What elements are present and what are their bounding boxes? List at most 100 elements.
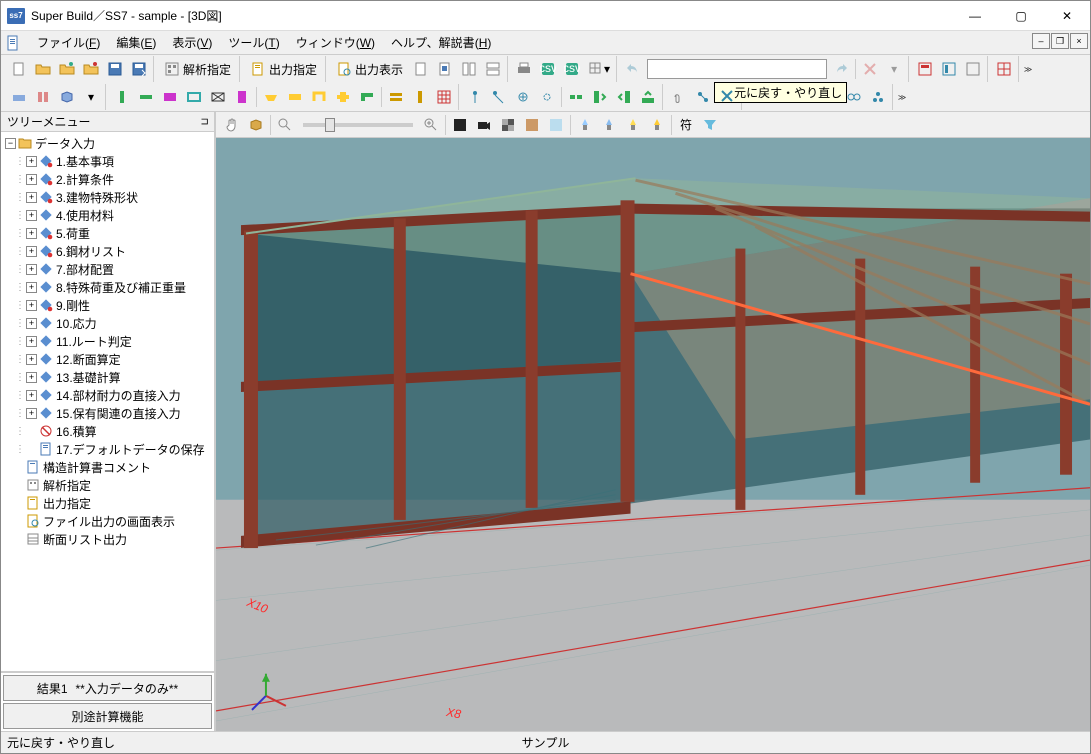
node4-icon[interactable] <box>536 86 558 108</box>
expand-icon[interactable]: + <box>26 246 37 257</box>
shape-beam1-icon[interactable] <box>385 86 407 108</box>
save-icon[interactable] <box>104 58 126 80</box>
shape-green-icon[interactable] <box>111 86 133 108</box>
expand-icon[interactable]: + <box>26 264 37 275</box>
open2-icon[interactable] <box>56 58 78 80</box>
mdi-restore[interactable]: ❐ <box>1051 33 1069 49</box>
csv-in-icon[interactable]: csv <box>537 58 559 80</box>
view-plan-icon[interactable] <box>8 86 30 108</box>
tree-item[interactable]: ⋮+12.断面算定 <box>1 350 214 368</box>
tree-extra-item[interactable]: ⋮出力指定 <box>1 494 214 512</box>
output-spec-button[interactable]: 出力指定 <box>245 58 322 80</box>
tree-item[interactable]: ⋮17.デフォルトデータの保存 <box>1 440 214 458</box>
checker-icon[interactable] <box>497 114 519 136</box>
analysis-spec-button[interactable]: 解析指定 <box>159 58 236 80</box>
toolbar1-overflow[interactable]: ≫ <box>1021 65 1035 74</box>
shape-yellow-icon[interactable] <box>260 86 282 108</box>
tree-item[interactable]: ⋮+11.ルート判定 <box>1 332 214 350</box>
zoom-slider[interactable] <box>303 123 413 127</box>
camera-icon[interactable] <box>473 114 495 136</box>
light3-icon[interactable] <box>622 114 644 136</box>
tree-item[interactable]: ⋮+3.建物特殊形状 <box>1 188 214 206</box>
shape-cyan-icon[interactable] <box>183 86 205 108</box>
doc4-icon[interactable] <box>482 58 504 80</box>
history-dropdown[interactable] <box>647 59 827 79</box>
link4-icon[interactable] <box>637 86 659 108</box>
toolbar2-overflow[interactable]: ≫ <box>895 93 909 102</box>
tree-item[interactable]: ⋮+8.特殊荷重及び補正重量 <box>1 278 214 296</box>
result-button[interactable]: 結果1 **入力データのみ** <box>3 675 212 701</box>
node1-icon[interactable] <box>464 86 486 108</box>
view-elev-icon[interactable] <box>32 86 54 108</box>
output-display-button[interactable]: 出力表示 <box>331 58 408 80</box>
small-dd2[interactable]: ▾ <box>80 86 102 108</box>
expand-icon[interactable]: + <box>26 408 37 419</box>
shape-yellow3-icon[interactable] <box>308 86 330 108</box>
expand-icon[interactable]: + <box>26 174 37 185</box>
shape-green2-icon[interactable] <box>135 86 157 108</box>
doc2-icon[interactable] <box>434 58 456 80</box>
minimize-button[interactable]: — <box>952 1 998 31</box>
shape-magenta2-icon[interactable] <box>231 86 253 108</box>
small-dropdown[interactable]: ▾ <box>883 58 905 80</box>
link3-icon[interactable] <box>613 86 635 108</box>
shape-yellow2-icon[interactable] <box>284 86 306 108</box>
shape-green3-icon[interactable] <box>356 86 378 108</box>
tree-item[interactable]: ⋮+15.保有関連の直接入力 <box>1 404 214 422</box>
saveas-icon[interactable] <box>128 58 150 80</box>
light4-icon[interactable] <box>646 114 668 136</box>
link1-icon[interactable] <box>565 86 587 108</box>
light2-icon[interactable] <box>598 114 620 136</box>
shape-x-icon[interactable] <box>207 86 229 108</box>
expand-icon[interactable]: + <box>26 354 37 365</box>
grid-dropdown-icon[interactable]: ▾ <box>585 58 613 80</box>
expand-icon[interactable]: + <box>26 390 37 401</box>
tree-item[interactable]: ⋮+10.応力 <box>1 314 214 332</box>
view-3d-icon[interactable] <box>56 86 78 108</box>
doc3-icon[interactable] <box>458 58 480 80</box>
symbol-button[interactable]: 符 <box>675 114 697 136</box>
attach2-icon[interactable] <box>692 86 714 108</box>
cube-icon[interactable] <box>245 114 267 136</box>
expand-icon[interactable]: + <box>26 318 37 329</box>
tree-item[interactable]: ⋮+5.荷重 <box>1 224 214 242</box>
tree-item[interactable]: ⋮+7.部材配置 <box>1 260 214 278</box>
tree-extra-item[interactable]: ⋮ファイル出力の画面表示 <box>1 512 214 530</box>
tree-item[interactable]: ⋮+1.基本事項 <box>1 152 214 170</box>
film-icon[interactable] <box>449 114 471 136</box>
csv-out-icon[interactable]: csv <box>561 58 583 80</box>
shape-yellow4-icon[interactable] <box>332 86 354 108</box>
shape-grid-icon[interactable] <box>433 86 455 108</box>
delete-x-icon[interactable] <box>859 58 881 80</box>
expand-icon[interactable]: + <box>26 210 37 221</box>
3d-canvas[interactable]: X10 X8 <box>216 138 1090 731</box>
marker-node-icon[interactable] <box>867 86 889 108</box>
layout1-icon[interactable] <box>914 58 936 80</box>
expand-icon[interactable]: + <box>26 372 37 383</box>
checker3-icon[interactable] <box>545 114 567 136</box>
open3-icon[interactable] <box>80 58 102 80</box>
node3-icon[interactable] <box>512 86 534 108</box>
grid-red-icon[interactable] <box>993 58 1015 80</box>
zoom-icon[interactable] <box>274 114 296 136</box>
menu-help[interactable]: ヘルプ、解説書(H) <box>383 32 499 53</box>
expand-icon[interactable]: + <box>26 282 37 293</box>
tree-item[interactable]: ⋮+2.計算条件 <box>1 170 214 188</box>
tree-extra-item[interactable]: ⋮解析指定 <box>1 476 214 494</box>
zoom2-icon[interactable] <box>420 114 442 136</box>
open-icon[interactable] <box>32 58 54 80</box>
tree-extra-item[interactable]: ⋮断面リスト出力 <box>1 530 214 548</box>
expand-icon[interactable]: + <box>26 192 37 203</box>
light1-icon[interactable] <box>574 114 596 136</box>
expand-icon[interactable]: + <box>26 300 37 311</box>
node2-icon[interactable] <box>488 86 510 108</box>
layout2-icon[interactable] <box>938 58 960 80</box>
doc1-icon[interactable] <box>410 58 432 80</box>
link2-icon[interactable] <box>589 86 611 108</box>
expand-icon[interactable]: + <box>26 156 37 167</box>
tree-item[interactable]: ⋮16.積算 <box>1 422 214 440</box>
tree-item[interactable]: ⋮+6.鋼材リスト <box>1 242 214 260</box>
undo-icon[interactable] <box>622 58 644 80</box>
attach1-icon[interactable] <box>668 86 690 108</box>
mdi-minimize[interactable]: – <box>1032 33 1050 49</box>
